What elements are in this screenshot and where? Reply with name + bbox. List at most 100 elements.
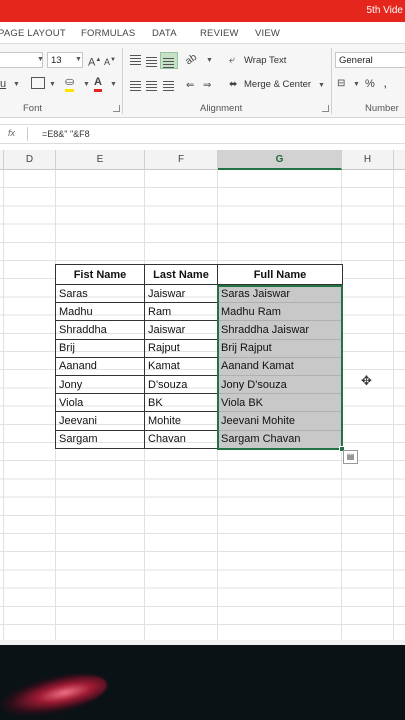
table-header-row: Fist Name Last Name Full Name [55, 264, 343, 285]
cell-last-name[interactable]: Kamat [144, 356, 218, 376]
cell-first-name[interactable]: Shraddha [55, 320, 145, 340]
cell-last-name[interactable]: Mohite [144, 411, 218, 431]
header-last-name[interactable]: Last Name [144, 264, 218, 285]
column-header-e[interactable]: E [56, 150, 145, 170]
decrease-indent-icon[interactable]: ⇐ [186, 79, 194, 93]
chevron-down-icon[interactable]: ▼ [37, 56, 44, 63]
column-header-g[interactable]: G [218, 150, 342, 170]
cell-last-name[interactable]: Jaiswar [144, 320, 218, 340]
underline-icon[interactable]: u [0, 77, 6, 91]
cell-first-name[interactable]: Madhu [55, 302, 145, 322]
table-row: Aanand Kamat Aanand Kamat [55, 356, 343, 376]
align-left-icon[interactable] [130, 81, 141, 91]
cell-last-name[interactable]: Jaiswar [144, 283, 218, 304]
alignment-group-label: Alignment [200, 103, 243, 114]
cell-first-name[interactable]: Brij [55, 338, 145, 358]
ribbon: ▼ 13 ▼ A▲ A▼ u ▼ ▼ ⛀ ▼ A ▼ Font ab ▼ ⇐ ⇒… [0, 44, 405, 118]
column-header-d[interactable]: D [4, 150, 56, 170]
cell-last-name[interactable]: Rajput [144, 338, 218, 358]
table-row: Madhu Ram Madhu Ram [55, 302, 343, 322]
align-right-icon[interactable] [163, 81, 174, 91]
tab-page-layout[interactable]: PAGE LAYOUT [0, 28, 66, 39]
align-top-icon[interactable] [130, 55, 141, 65]
cell-full-name[interactable]: Madhu Ram [217, 302, 343, 322]
tab-review[interactable]: REVIEW [200, 28, 239, 39]
column-header-h[interactable]: H [342, 150, 394, 170]
cell-first-name[interactable]: Sargam [55, 429, 145, 449]
chevron-down-icon[interactable]: ▼ [83, 81, 90, 88]
cell-full-name[interactable]: Aanand Kamat [217, 356, 343, 376]
chevron-down-icon[interactable]: ▼ [13, 81, 20, 88]
tab-data[interactable]: DATA [152, 28, 177, 39]
alignment-dialog-launcher-icon[interactable] [322, 105, 329, 112]
cell-last-name[interactable]: Ram [144, 302, 218, 322]
number-format-select[interactable]: General [335, 52, 405, 68]
cell-first-name[interactable]: Jeevani [55, 411, 145, 431]
font-color-icon[interactable]: A [94, 75, 102, 92]
cell-first-name[interactable]: Aanand [55, 356, 145, 376]
chevron-down-icon[interactable]: ▼ [206, 57, 213, 64]
font-size-value: 13 [51, 55, 62, 66]
accounting-format-icon[interactable]: ⊟ [337, 77, 345, 91]
chevron-down-icon[interactable]: ▼ [75, 56, 82, 63]
align-center-icon[interactable] [146, 81, 157, 91]
table-row: Viola BK Viola BK [55, 393, 343, 413]
names-table: Fist Name Last Name Full Name Saras Jais… [55, 264, 343, 449]
table-row: Jony D'souza Jony D'souza [55, 374, 343, 395]
percent-style-button[interactable]: % [365, 77, 375, 91]
decrease-font-icon[interactable]: A▼ [104, 53, 116, 69]
cell-first-name[interactable]: Viola [55, 393, 145, 413]
formula-bar: fx =E8&" "&F8 [0, 124, 405, 144]
table-row: Sargam Chavan Sargam Chavan [55, 429, 343, 449]
table-row: Jeevani Mohite Jeevani Mohite [55, 411, 343, 431]
cell-full-name[interactable]: Jeevani Mohite [217, 411, 343, 431]
cell-last-name[interactable]: BK [144, 393, 218, 413]
comma-style-icon[interactable]: , [384, 77, 387, 91]
cell-first-name[interactable]: Saras [55, 283, 145, 304]
document-title: 5th Vide [366, 5, 403, 16]
merge-center-icon[interactable]: ⬌ [229, 78, 237, 92]
wrap-text-icon[interactable]: ⤶ [229, 53, 235, 67]
divider [27, 127, 28, 141]
column-header-f[interactable]: F [145, 150, 218, 170]
orientation-icon[interactable]: ab [183, 51, 200, 69]
quick-analysis-icon[interactable]: ▤ [343, 450, 358, 464]
increase-font-icon[interactable]: A▲ [88, 53, 101, 70]
cell-first-name[interactable]: Jony [55, 374, 145, 395]
cell-full-name[interactable]: Shraddha Jaiswar [217, 320, 343, 340]
align-middle-icon[interactable] [146, 57, 157, 67]
cell-last-name[interactable]: Chavan [144, 429, 218, 449]
chevron-down-icon[interactable]: ▼ [353, 81, 360, 88]
cell-last-name[interactable]: D'souza [144, 374, 218, 395]
merge-center-button[interactable]: Merge & Center [244, 79, 311, 90]
align-bottom-icon[interactable] [163, 58, 174, 68]
table-row: Shraddha Jaiswar Shraddha Jaiswar [55, 320, 343, 340]
font-dialog-launcher-icon[interactable] [113, 105, 120, 112]
chevron-down-icon[interactable]: ▼ [318, 82, 325, 89]
cell-full-name[interactable]: Jony D'souza [217, 374, 343, 395]
fill-color-icon[interactable]: ⛀ [65, 75, 75, 92]
wrap-text-button[interactable]: Wrap Text [244, 55, 286, 66]
title-bar: 5th Vide [0, 0, 405, 22]
header-first-name[interactable]: Fist Name [55, 264, 145, 285]
cell-full-name[interactable]: Brij Rajput [217, 338, 343, 358]
column-headers: D E F G H [0, 150, 405, 170]
chevron-down-icon[interactable]: ▼ [49, 81, 56, 88]
number-group-label: Number [365, 103, 399, 114]
header-full-name[interactable]: Full Name [217, 264, 343, 285]
cell-full-name[interactable]: Sargam Chavan [217, 429, 343, 449]
ribbon-tabs: PAGE LAYOUT FORMULAS DATA REVIEW VIEW [0, 22, 405, 44]
insert-function-button[interactable]: fx [8, 128, 15, 138]
cell-full-name[interactable]: Viola BK [217, 393, 343, 413]
font-group-label: Font [23, 103, 43, 114]
cell-full-name[interactable]: Saras Jaiswar [217, 283, 343, 304]
table-row: Saras Jaiswar Saras Jaiswar [55, 283, 343, 304]
chevron-down-icon[interactable]: ▼ [110, 81, 117, 88]
formula-input[interactable]: =E8&" "&F8 [42, 129, 90, 139]
light-streak [0, 666, 111, 720]
borders-icon[interactable] [31, 77, 45, 89]
tab-formulas[interactable]: FORMULAS [81, 28, 135, 39]
number-format-value: General [339, 55, 373, 66]
tab-view[interactable]: VIEW [255, 28, 280, 39]
increase-indent-icon[interactable]: ⇒ [203, 79, 211, 93]
